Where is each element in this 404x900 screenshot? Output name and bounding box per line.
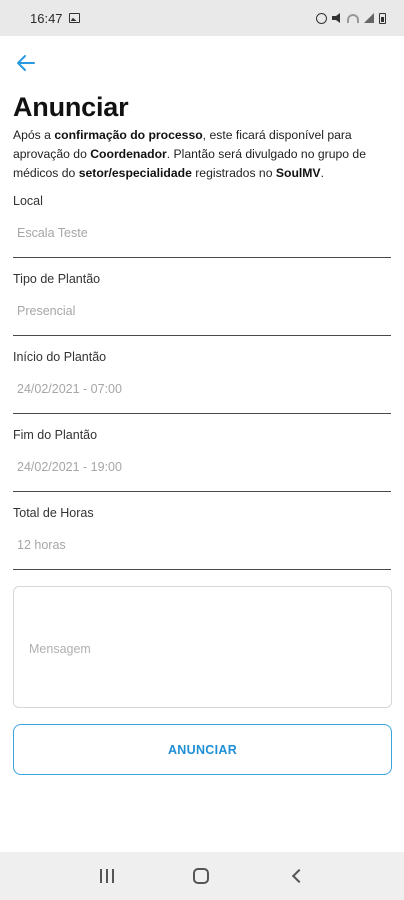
wifi-icon: [347, 13, 359, 23]
back-nav-icon[interactable]: [292, 868, 307, 884]
total-hours-label: Total de Horas: [13, 506, 94, 520]
local-field[interactable]: Local Escala Teste: [13, 194, 391, 258]
back-button[interactable]: [12, 50, 40, 76]
shift-end-value: 24/02/2021 - 19:00: [17, 460, 122, 474]
status-bar: 16:47: [0, 0, 404, 36]
description-bold: Coordenador: [90, 147, 167, 161]
total-hours-value: 12 horas: [17, 538, 66, 552]
arrow-left-icon: [17, 55, 35, 71]
recent-apps-icon[interactable]: [99, 869, 114, 883]
status-time: 16:47: [30, 10, 63, 26]
shift-start-label: Início do Plantão: [13, 350, 107, 364]
description-bold: confirmação do processo: [54, 128, 203, 142]
shift-end-label: Fim do Plantão: [13, 428, 98, 442]
shift-start-field[interactable]: Início do Plantão 24/02/2021 - 07:00: [13, 350, 391, 414]
battery-icon: [379, 12, 386, 24]
announce-button-label: ANUNCIAR: [167, 742, 238, 757]
description-bold: SoulMV: [275, 166, 321, 180]
page-title: Anunciar: [13, 92, 129, 122]
shift-start-value: 24/02/2021 - 07:00: [17, 382, 122, 396]
local-value: Escala Teste: [17, 226, 88, 240]
total-hours-field[interactable]: Total de Horas 12 horas: [13, 506, 391, 570]
system-nav-bar: [0, 852, 404, 900]
status-icons: [316, 12, 386, 24]
message-textarea[interactable]: Mensagem: [13, 586, 392, 708]
alarm-icon: [316, 12, 327, 24]
signal-icon: [364, 13, 374, 23]
status-left: 16:47: [18, 11, 80, 26]
description-text: Após a: [13, 128, 55, 142]
description-text: registrados no: [191, 166, 276, 180]
mute-icon: [332, 13, 340, 23]
home-icon[interactable]: [192, 868, 209, 884]
announce-button[interactable]: ANUNCIAR: [13, 724, 392, 775]
shift-type-label: Tipo de Plantão: [13, 272, 101, 286]
shift-end-field[interactable]: Fim do Plantão 24/02/2021 - 19:00: [13, 428, 391, 492]
image-notification-icon: [68, 13, 80, 23]
shift-type-value: Presencial: [17, 304, 76, 318]
local-label: Local: [13, 194, 43, 208]
page-description: Após a confirmação do processo, este fic…: [13, 126, 391, 183]
message-placeholder: Mensagem: [29, 642, 91, 656]
shift-type-field[interactable]: Tipo de Plantão Presencial: [13, 272, 391, 336]
description-bold: setor/especialidade: [78, 166, 192, 180]
description-text: .: [320, 166, 324, 180]
